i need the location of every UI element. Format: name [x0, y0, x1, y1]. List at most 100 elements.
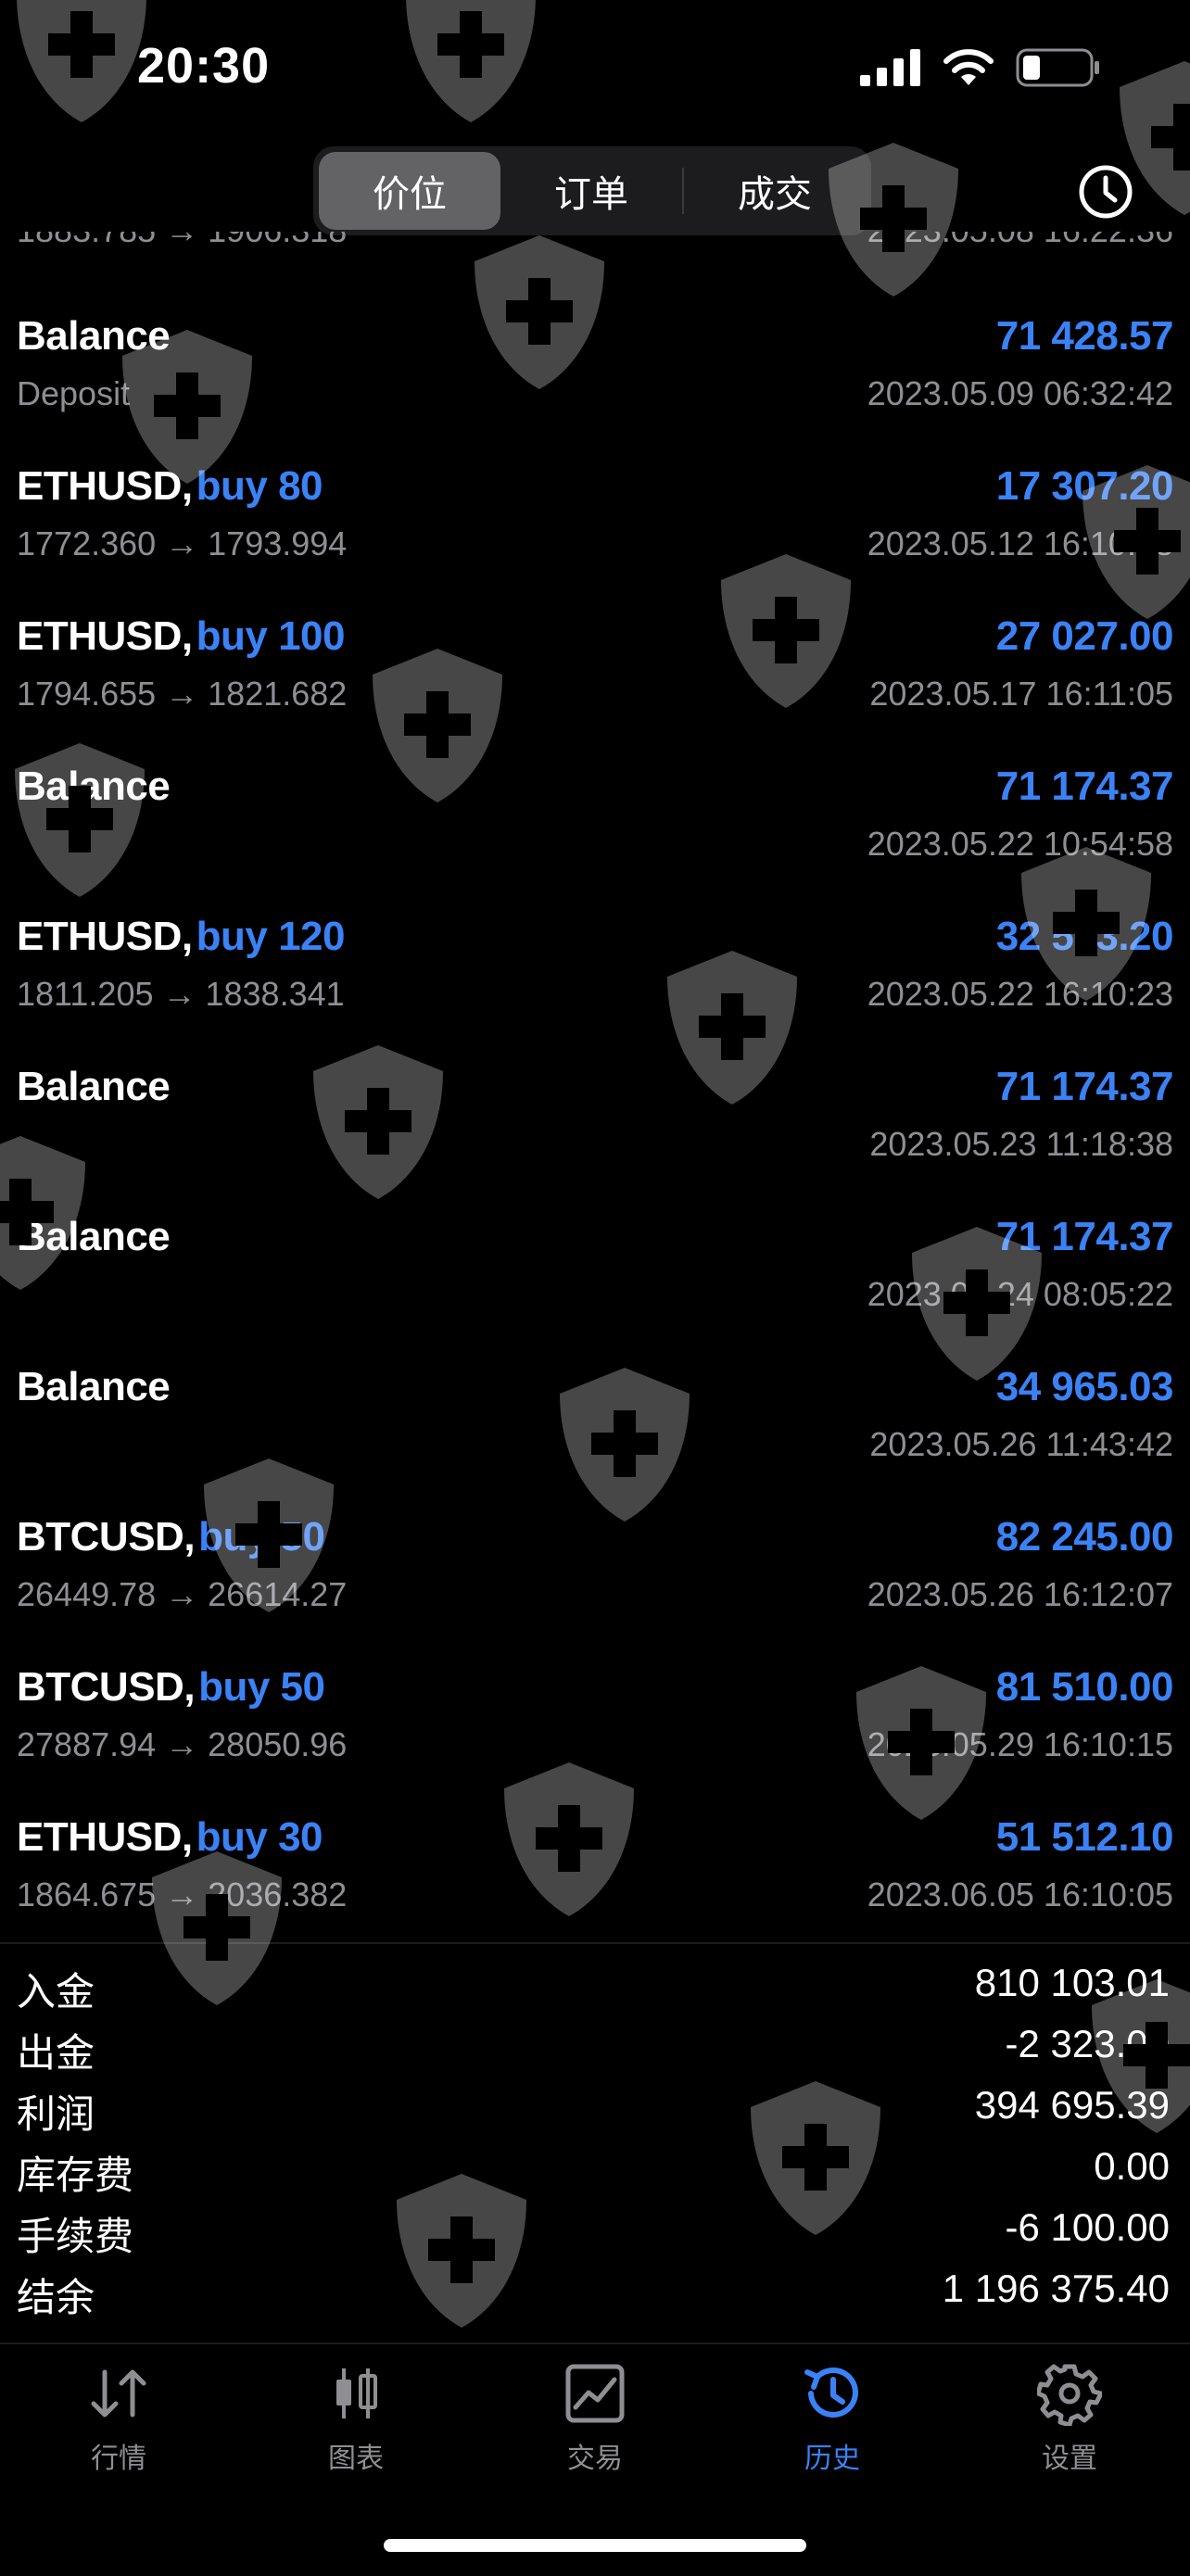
- history-row-detail: 1794.655 → 1821.682: [17, 675, 348, 713]
- history-row-amount: 51 512.10: [995, 1814, 1174, 1860]
- history-row-amount: 71 174.37: [995, 1064, 1174, 1109]
- history-row-symbol: Balance: [17, 764, 171, 809]
- history-row-detail: 26449.78 → 26614.27: [17, 1575, 348, 1613]
- segmented-control: 价位 订单 成交: [313, 146, 871, 235]
- history-row-symbol: Balance: [17, 1214, 171, 1259]
- history-row-title: Balance: [17, 1064, 171, 1110]
- history-row[interactable]: BTCUSD,buy 50 27887.94 → 28050.96 81 510.0…: [0, 1653, 1190, 1803]
- tab-positions[interactable]: 价位: [319, 152, 500, 230]
- history-row-side: buy 30: [196, 1814, 323, 1860]
- history-row-amount: 71 428.57: [995, 313, 1174, 359]
- partial-list-row: 1883.785 → 1906.318 2023.05.08 16:22:36: [0, 232, 1190, 269]
- history-row-symbol: Balance: [17, 313, 171, 359]
- tab-settings[interactable]: 设置: [986, 2361, 1153, 2500]
- history-row[interactable]: Balance 71 174.37 2023.05.24 08:05:22: [0, 1203, 1190, 1353]
- history-row-date: 2023.05.24 08:05:22: [867, 1275, 1173, 1313]
- tab-chart[interactable]: 图表: [272, 2361, 439, 2500]
- tab-settings-label: 设置: [1042, 2443, 1097, 2474]
- tab-orders[interactable]: 订单: [500, 152, 682, 230]
- history-row-side: buy 50: [198, 1664, 325, 1710]
- tab-trade[interactable]: 交易: [512, 2361, 678, 2500]
- history-row-detail: Deposit: [17, 374, 131, 412]
- history-row-amount: 27 027.00: [995, 613, 1174, 659]
- history-row-side: buy 100: [196, 613, 346, 659]
- history-row[interactable]: BTCUSD,buy 50 26449.78 → 26614.27 82 245.0…: [0, 1503, 1190, 1653]
- history-row-date: 2023.05.23 11:18:38: [869, 1125, 1173, 1163]
- summary-row: 入金 810 103.01: [0, 1961, 1190, 2022]
- history-row-side: buy 120: [196, 914, 346, 959]
- battery-icon: [1016, 48, 1099, 87]
- summary-row: 出金 -2 323.00: [0, 2022, 1190, 2083]
- history-row[interactable]: Balance 34 965.03 2023.05.26 11:43:42: [0, 1353, 1190, 1503]
- summary-value: -6 100.00: [1005, 2205, 1170, 2249]
- history-row-title: BTCUSD,buy 50: [17, 1664, 325, 1711]
- history-row-date: 2023.05.22 16:10:23: [867, 975, 1173, 1013]
- history-row-symbol: BTCUSD,: [17, 1664, 196, 1710]
- period-clock-icon[interactable]: [1077, 163, 1134, 221]
- history-row-title: Balance: [17, 764, 171, 810]
- history-row-side: buy 50: [198, 1514, 325, 1559]
- tab-history-label: 历史: [804, 2443, 860, 2474]
- history-row-amount: 81 510.00: [995, 1664, 1174, 1710]
- history-row-date: 2023.05.12 16:10:38: [867, 524, 1173, 562]
- summary-label: 入金: [17, 1970, 95, 2014]
- tab-deals[interactable]: 成交: [684, 152, 866, 230]
- history-row[interactable]: ETHUSD,buy 120 1811.205 → 1838.341 32 563.…: [0, 903, 1190, 1053]
- history-row-symbol: ETHUSD,: [17, 613, 193, 659]
- history-row-date: 2023.05.26 16:12:07: [867, 1575, 1173, 1613]
- status-bar: 20:30: [0, 0, 1190, 139]
- history-row-date: 2023.06.05 16:10:05: [867, 1875, 1173, 1913]
- history-row-date: 2023.05.17 16:11:05: [869, 675, 1173, 713]
- history-row-detail: 1864.675 → 2036.382: [17, 1875, 348, 1913]
- history-row-detail: 1772.360 → 1793.994: [17, 524, 348, 562]
- summary-label: 结余: [17, 2276, 95, 2319]
- trade-chart-icon: [565, 2364, 625, 2423]
- tab-quotes-label: 行情: [91, 2443, 146, 2474]
- history-row-amount: 71 174.37: [995, 1214, 1174, 1259]
- history-row[interactable]: Balance 71 174.37 2023.05.22 10:54:58: [0, 752, 1190, 903]
- history-row-title: ETHUSD,buy 30: [17, 1814, 323, 1861]
- history-row-symbol: ETHUSD,: [17, 1814, 193, 1860]
- summary-row: 利润 394 695.39: [0, 2083, 1190, 2144]
- gear-icon: [1037, 2364, 1102, 2426]
- history-row[interactable]: ETHUSD,buy 30 1864.675 → 2036.382 51 512.1…: [0, 1803, 1190, 1953]
- history-row-amount: 17 307.20: [995, 463, 1174, 509]
- history-row[interactable]: ETHUSD,buy 100 1794.655 → 1821.682 27 027.…: [0, 602, 1190, 752]
- summary-value: -2 323.00: [1005, 2022, 1170, 2065]
- summary-row: 手续费 -6 100.00: [0, 2205, 1190, 2267]
- summary-label: 库存费: [17, 2153, 134, 2197]
- history-row-amount: 34 965.03: [995, 1364, 1174, 1409]
- history-row-side: buy 80: [196, 463, 323, 509]
- summary-label: 出金: [17, 2031, 95, 2075]
- tab-chart-label: 图表: [328, 2443, 384, 2474]
- history-row[interactable]: Balance 71 174.37 2023.05.23 11:18:38: [0, 1053, 1190, 1203]
- history-row-amount: 71 174.37: [995, 764, 1174, 809]
- status-icons: [860, 48, 1101, 87]
- partial-row-prices: 1883.785 → 1906.318: [17, 232, 347, 250]
- status-time: 20:30: [137, 38, 271, 94]
- history-row-symbol: Balance: [17, 1064, 171, 1109]
- history-row-title: ETHUSD,buy 80: [17, 463, 323, 510]
- history-row[interactable]: ETHUSD,buy 80 1772.360 → 1793.994 17 307.2…: [0, 452, 1190, 602]
- cellular-signal-icon: [860, 49, 920, 86]
- history-row-title: Balance: [17, 1214, 171, 1260]
- tab-quotes[interactable]: 行情: [35, 2361, 202, 2500]
- history-row-amount: 82 245.00: [995, 1514, 1174, 1559]
- wifi-icon: [943, 49, 994, 85]
- tab-history[interactable]: 历史: [749, 2361, 916, 2500]
- history-row-amount: 32 563.20: [995, 914, 1174, 959]
- history-row-symbol: Balance: [17, 1364, 171, 1409]
- history-row-title: BTCUSD,buy 50: [17, 1514, 325, 1560]
- tab-trade-label: 交易: [567, 2443, 623, 2474]
- quotes-arrows-icon: [91, 2369, 146, 2418]
- partial-row-date: 2023.05.08 16:22:36: [867, 232, 1173, 250]
- history-row[interactable]: Balance Deposit 71 428.57 2023.05.09 06:32:…: [0, 302, 1190, 452]
- summary-divider: [0, 1942, 1190, 1944]
- summary-value: 394 695.39: [974, 2083, 1170, 2127]
- history-row-date: 2023.05.29 16:10:15: [867, 1725, 1173, 1763]
- history-row-title: Balance: [17, 313, 171, 360]
- summary-value: 0.00: [1094, 2144, 1170, 2188]
- history-row-title: ETHUSD,buy 120: [17, 914, 346, 960]
- history-row-detail: 27887.94 → 28050.96: [17, 1725, 348, 1763]
- history-row-date: 2023.05.26 11:43:42: [869, 1425, 1173, 1463]
